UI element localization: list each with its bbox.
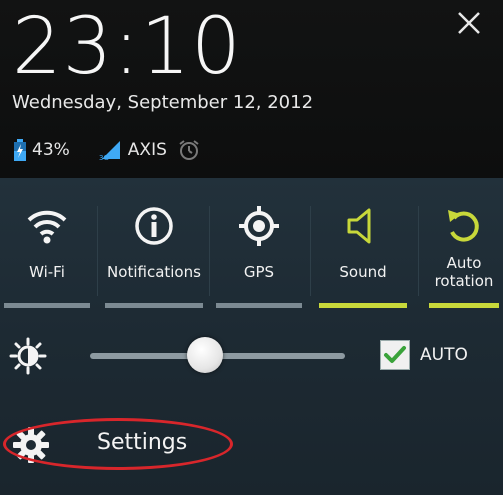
toggle-auto-rotation[interactable]: Auto rotation (425, 198, 503, 308)
toggle-state-bar (319, 303, 407, 308)
notification-header: 23:10 Wednesday, September 12, 2012 43% … (0, 0, 503, 178)
date-text: Wednesday, September 12, 2012 (12, 92, 314, 113)
toggle-wifi[interactable]: Wi-Fi (0, 198, 94, 308)
checkmark-icon (384, 346, 406, 363)
status-bar: 43% 3G AXIS (14, 136, 201, 164)
toggle-label: Wi-Fi (29, 263, 65, 281)
settings-button[interactable]: Settings (0, 416, 260, 474)
rotate-icon (448, 210, 479, 242)
quick-settings-panel: Wi-Fi Notifications GPS Sound Auto rotat… (0, 178, 503, 495)
signal-3g-icon: 3G (99, 141, 120, 161)
carrier-name: AXIS (127, 140, 167, 160)
close-icon (458, 12, 480, 34)
info-icon (135, 207, 173, 245)
gear-icon (13, 427, 49, 463)
toggle-divider (418, 206, 419, 296)
toggle-label: GPS (243, 263, 275, 281)
settings-label: Settings (97, 430, 188, 455)
clock-time: 23:10 (12, 2, 242, 92)
toggle-label: Auto rotation (434, 254, 494, 290)
toggle-gps[interactable]: GPS (212, 198, 306, 308)
toggle-sound[interactable]: Sound (315, 198, 411, 308)
toggle-divider (97, 206, 98, 296)
alarm-icon (179, 140, 199, 160)
toggle-state-bar (216, 303, 302, 308)
toggle-state-bar (429, 303, 499, 308)
network-type: 3G (99, 154, 109, 161)
toggle-state-bar (4, 303, 90, 308)
brightness-icon (9, 337, 47, 375)
battery-percent: 43% (32, 140, 70, 160)
brightness-slider-thumb[interactable] (186, 337, 223, 373)
gps-icon (239, 206, 279, 246)
brightness-row: AUTO (0, 334, 503, 378)
close-button[interactable] (452, 6, 486, 40)
brightness-auto[interactable]: AUTO (380, 340, 468, 370)
auto-brightness-checkbox[interactable] (380, 340, 410, 370)
speaker-icon (347, 208, 371, 244)
wifi-icon (27, 210, 67, 244)
toggle-notifications[interactable]: Notifications (101, 198, 207, 308)
toggle-label: Sound (339, 263, 387, 281)
toggle-label: Notifications (107, 263, 201, 281)
toggle-divider (209, 206, 210, 296)
toggle-state-bar (105, 303, 203, 308)
quick-toggles: Wi-Fi Notifications GPS Sound Auto rotat… (0, 198, 503, 308)
toggle-divider (310, 206, 311, 296)
battery-charging-icon (14, 139, 26, 161)
auto-brightness-label: AUTO (420, 345, 468, 365)
